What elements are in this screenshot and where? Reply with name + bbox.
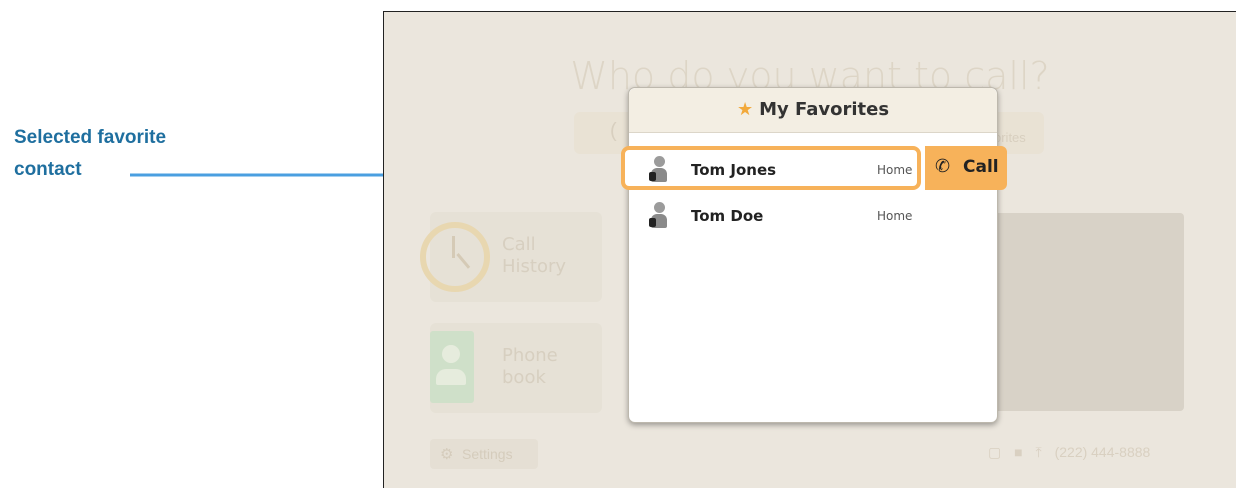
call-button[interactable]: ✆ Call	[925, 146, 1007, 190]
gear-icon: ⚙	[440, 446, 454, 463]
camera-icon: ■	[1014, 444, 1023, 460]
contact-number-type: Home	[877, 209, 913, 223]
self-view-panel	[994, 213, 1184, 411]
favorite-contact-row[interactable]: Tom Jones Home ✆ Call	[621, 146, 1007, 190]
favorite-contact-row[interactable]: Tom Doe Home	[629, 196, 995, 236]
call-history-tile: Call History	[420, 212, 602, 302]
upload-icon: ⤒	[1035, 444, 1042, 460]
status-bar: ▢ ■ ⤒ (222) 444-8888	[988, 444, 1159, 461]
phone-icon: ✆	[935, 156, 951, 176]
videophone-screen: Who do you want to call? ( orites Call H…	[383, 11, 1236, 488]
contact-avatar-icon	[649, 202, 667, 230]
star-icon: ★	[736, 99, 754, 120]
phone-number: (222) 444-8888	[1054, 444, 1151, 460]
call-button-label: Call	[963, 157, 999, 177]
settings-button: ⚙ Settings	[430, 439, 538, 469]
contact-name: Tom Doe	[691, 207, 764, 225]
contact-number-type: Home	[877, 163, 913, 177]
annotation-line-1: Selected favorite	[14, 127, 167, 148]
dialog-title: ★ My Favorites	[736, 99, 890, 120]
dialog-header: ★ My Favorites	[629, 88, 997, 133]
call-history-label: Call History	[502, 234, 567, 277]
favorites-tab-fragment: orites	[994, 130, 1026, 145]
phonebook-label: Phone book	[502, 345, 558, 388]
phonebook-icon	[430, 331, 474, 403]
screen-icon: ▢	[988, 444, 1002, 460]
search-bar-prefix: (	[610, 120, 617, 142]
contact-name: Tom Jones	[691, 161, 777, 179]
favorites-dialog: ★ My Favorites Tom Jones Home ✆ Call Tom …	[621, 87, 1007, 423]
settings-label: Settings	[462, 446, 513, 462]
phonebook-tile: Phone book	[430, 323, 602, 413]
contact-avatar-icon	[649, 156, 667, 184]
clock-icon	[420, 222, 490, 292]
